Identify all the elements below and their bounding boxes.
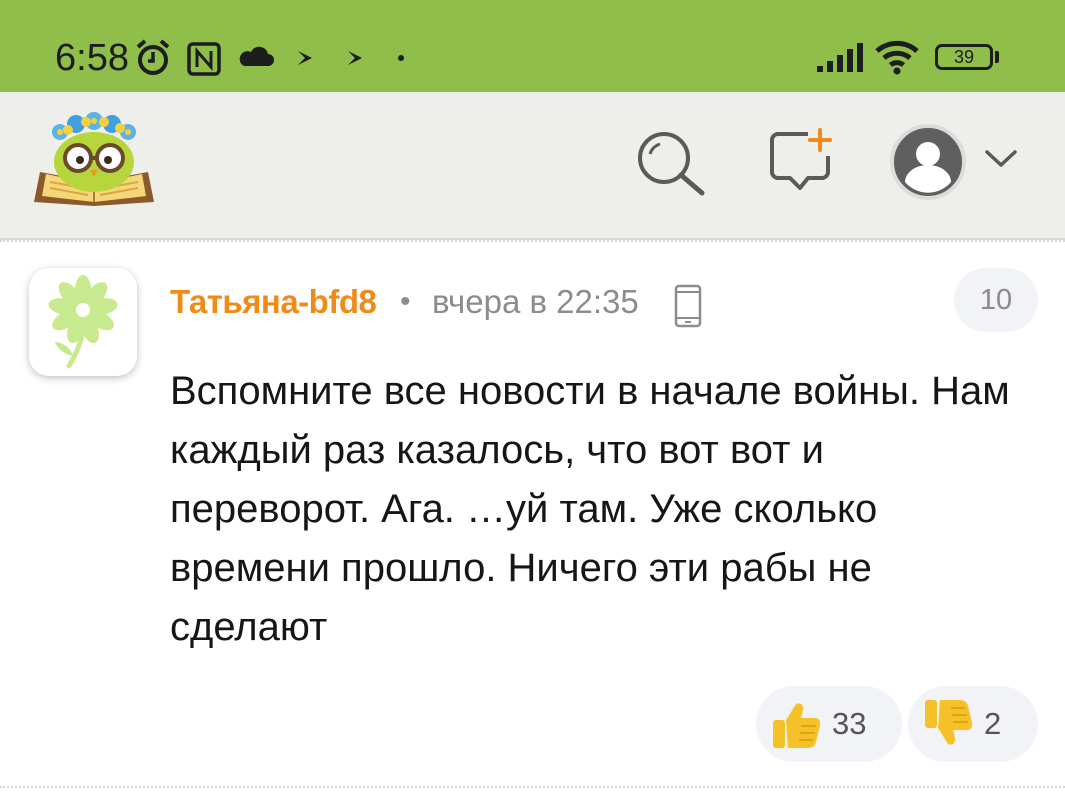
comment-timestamp: вчера в 22:35 [432,283,639,320]
flower-avatar[interactable] [29,268,137,376]
new-message-icon[interactable] [768,128,834,194]
owl-on-book-logo[interactable] [30,110,158,208]
play-icon [298,51,312,65]
signal-icon [817,43,863,72]
status-right-icons: 39 [815,36,1005,80]
dislike-count: 2 [984,706,1002,741]
flower-icon [48,275,118,369]
search-icon[interactable] [636,130,706,196]
account-avatar-icon[interactable] [888,122,968,202]
like-count: 33 [832,706,867,741]
meta-separator: • [400,285,411,318]
header-divider [0,240,1065,242]
like-button[interactable]: 33 [756,686,902,762]
mobile-phone-icon [674,284,702,328]
wifi-icon [875,40,919,75]
status-bar: 6:58 39 [0,0,1065,92]
dot-icon [398,55,404,61]
comment-divider [0,786,1065,788]
alarm-icon [136,39,170,75]
battery-icon: 39 [935,44,993,70]
battery-tip [995,51,999,63]
thumbs-down-icon [925,700,973,745]
status-time: 6:58 [55,37,129,79]
comment-text: Вспомните все новости в начале войны. На… [170,369,1010,649]
comment-author[interactable]: Татьяна-bfd8 [170,280,377,324]
dislike-button[interactable]: 2 [908,686,1038,762]
thumbs-up-icon [773,703,821,748]
chevron-down-icon[interactable] [984,148,1018,170]
play-icon [348,51,362,65]
cloud-icon [239,46,274,66]
nfc-icon [187,42,221,76]
comment-count-badge[interactable]: 10 [954,268,1038,332]
